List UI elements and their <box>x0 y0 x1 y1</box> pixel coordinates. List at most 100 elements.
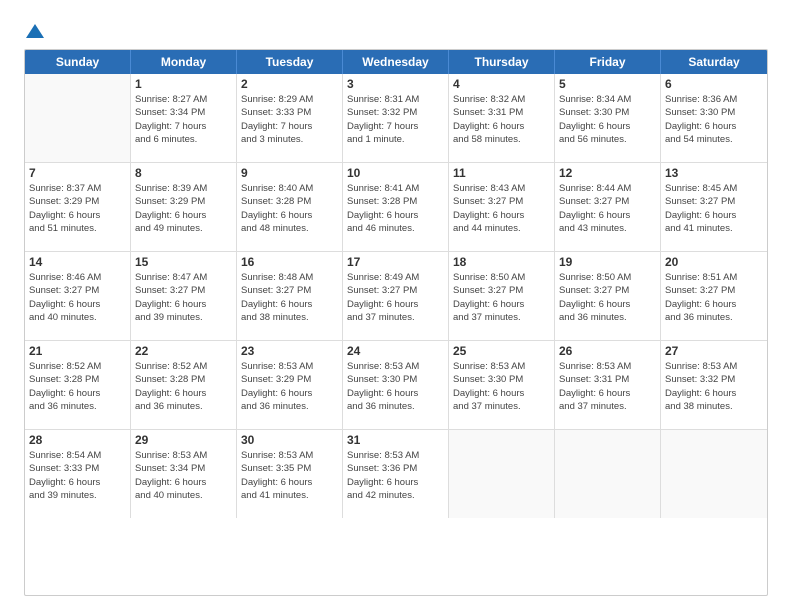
day-info: Sunrise: 8:27 AM Sunset: 3:34 PM Dayligh… <box>135 93 232 146</box>
day-info: Sunrise: 8:53 AM Sunset: 3:34 PM Dayligh… <box>135 449 232 502</box>
header-day-thursday: Thursday <box>449 50 555 74</box>
day-number: 19 <box>559 255 656 269</box>
day-number: 25 <box>453 344 550 358</box>
day-info: Sunrise: 8:50 AM Sunset: 3:27 PM Dayligh… <box>453 271 550 324</box>
day-number: 28 <box>29 433 126 447</box>
day-info: Sunrise: 8:52 AM Sunset: 3:28 PM Dayligh… <box>135 360 232 413</box>
day-info: Sunrise: 8:53 AM Sunset: 3:30 PM Dayligh… <box>453 360 550 413</box>
header <box>24 20 768 39</box>
calendar-cell: 20Sunrise: 8:51 AM Sunset: 3:27 PM Dayli… <box>661 252 767 340</box>
day-number: 29 <box>135 433 232 447</box>
calendar-cell: 5 Sunrise: 8:34 AM Sunset: 3:30 PM Daylig… <box>555 74 661 162</box>
calendar-cell <box>661 430 767 518</box>
calendar-cell: 10Sunrise: 8:41 AM Sunset: 3:28 PM Dayli… <box>343 163 449 251</box>
day-info: Sunrise: 8:43 AM Sunset: 3:27 PM Dayligh… <box>453 182 550 235</box>
calendar-body: 1 Sunrise: 8:27 AM Sunset: 3:34 PM Daylig… <box>25 74 767 518</box>
calendar-cell: 26 Sunrise: 8:53 AM Sunset: 3:31 PM Dayli… <box>555 341 661 429</box>
day-info: Sunrise: 8:40 AM Sunset: 3:28 PM Dayligh… <box>241 182 338 235</box>
day-info: Sunrise: 8:48 AM Sunset: 3:27 PM Dayligh… <box>241 271 338 324</box>
calendar-cell <box>449 430 555 518</box>
day-number: 9 <box>241 166 338 180</box>
calendar-cell: 6Sunrise: 8:36 AM Sunset: 3:30 PM Daylig… <box>661 74 767 162</box>
calendar-cell: 14 Sunrise: 8:46 AM Sunset: 3:27 PM Dayli… <box>25 252 131 340</box>
calendar-week-1: 1 Sunrise: 8:27 AM Sunset: 3:34 PM Daylig… <box>25 74 767 163</box>
calendar-cell: 16 Sunrise: 8:48 AM Sunset: 3:27 PM Dayli… <box>237 252 343 340</box>
calendar-cell: 19 Sunrise: 8:50 AM Sunset: 3:27 PM Dayli… <box>555 252 661 340</box>
calendar-cell: 21 Sunrise: 8:52 AM Sunset: 3:28 PM Dayli… <box>25 341 131 429</box>
header-day-wednesday: Wednesday <box>343 50 449 74</box>
logo <box>24 20 46 39</box>
day-info: Sunrise: 8:50 AM Sunset: 3:27 PM Dayligh… <box>559 271 656 324</box>
day-info: Sunrise: 8:34 AM Sunset: 3:30 PM Dayligh… <box>559 93 656 146</box>
calendar-cell <box>555 430 661 518</box>
calendar-week-3: 14 Sunrise: 8:46 AM Sunset: 3:27 PM Dayli… <box>25 252 767 341</box>
day-number: 17 <box>347 255 444 269</box>
calendar-week-4: 21 Sunrise: 8:52 AM Sunset: 3:28 PM Dayli… <box>25 341 767 430</box>
day-number: 30 <box>241 433 338 447</box>
calendar-cell: 1 Sunrise: 8:27 AM Sunset: 3:34 PM Daylig… <box>131 74 237 162</box>
day-info: Sunrise: 8:52 AM Sunset: 3:28 PM Dayligh… <box>29 360 126 413</box>
calendar-cell: 15 Sunrise: 8:47 AM Sunset: 3:27 PM Dayli… <box>131 252 237 340</box>
day-info: Sunrise: 8:44 AM Sunset: 3:27 PM Dayligh… <box>559 182 656 235</box>
day-number: 24 <box>347 344 444 358</box>
calendar-cell: 18 Sunrise: 8:50 AM Sunset: 3:27 PM Dayli… <box>449 252 555 340</box>
day-number: 8 <box>135 166 232 180</box>
calendar-cell: 29 Sunrise: 8:53 AM Sunset: 3:34 PM Dayli… <box>131 430 237 518</box>
day-info: Sunrise: 8:53 AM Sunset: 3:30 PM Dayligh… <box>347 360 444 413</box>
header-day-tuesday: Tuesday <box>237 50 343 74</box>
day-info: Sunrise: 8:39 AM Sunset: 3:29 PM Dayligh… <box>135 182 232 235</box>
day-number: 13 <box>665 166 763 180</box>
day-info: Sunrise: 8:29 AM Sunset: 3:33 PM Dayligh… <box>241 93 338 146</box>
day-info: Sunrise: 8:53 AM Sunset: 3:31 PM Dayligh… <box>559 360 656 413</box>
day-number: 2 <box>241 77 338 91</box>
day-info: Sunrise: 8:53 AM Sunset: 3:32 PM Dayligh… <box>665 360 763 413</box>
day-number: 11 <box>453 166 550 180</box>
day-info: Sunrise: 8:47 AM Sunset: 3:27 PM Dayligh… <box>135 271 232 324</box>
calendar-cell: 12Sunrise: 8:44 AM Sunset: 3:27 PM Dayli… <box>555 163 661 251</box>
calendar-cell: 24 Sunrise: 8:53 AM Sunset: 3:30 PM Dayli… <box>343 341 449 429</box>
calendar-cell: 27Sunrise: 8:53 AM Sunset: 3:32 PM Dayli… <box>661 341 767 429</box>
day-number: 15 <box>135 255 232 269</box>
header-day-friday: Friday <box>555 50 661 74</box>
calendar-cell: 31 Sunrise: 8:53 AM Sunset: 3:36 PM Dayli… <box>343 430 449 518</box>
day-number: 6 <box>665 77 763 91</box>
day-info: Sunrise: 8:45 AM Sunset: 3:27 PM Dayligh… <box>665 182 763 235</box>
day-info: Sunrise: 8:49 AM Sunset: 3:27 PM Dayligh… <box>347 271 444 324</box>
calendar-cell: 30 Sunrise: 8:53 AM Sunset: 3:35 PM Dayli… <box>237 430 343 518</box>
day-number: 26 <box>559 344 656 358</box>
page: SundayMondayTuesdayWednesdayThursdayFrid… <box>0 0 792 612</box>
day-info: Sunrise: 8:32 AM Sunset: 3:31 PM Dayligh… <box>453 93 550 146</box>
calendar-cell: 28Sunrise: 8:54 AM Sunset: 3:33 PM Dayli… <box>25 430 131 518</box>
calendar-week-2: 7Sunrise: 8:37 AM Sunset: 3:29 PM Daylig… <box>25 163 767 252</box>
day-number: 21 <box>29 344 126 358</box>
logo-icon <box>24 20 46 42</box>
calendar-cell: 3Sunrise: 8:31 AM Sunset: 3:32 PM Daylig… <box>343 74 449 162</box>
day-info: Sunrise: 8:53 AM Sunset: 3:36 PM Dayligh… <box>347 449 444 502</box>
header-day-sunday: Sunday <box>25 50 131 74</box>
day-number: 16 <box>241 255 338 269</box>
day-info: Sunrise: 8:53 AM Sunset: 3:29 PM Dayligh… <box>241 360 338 413</box>
calendar-cell: 17 Sunrise: 8:49 AM Sunset: 3:27 PM Dayli… <box>343 252 449 340</box>
calendar-cell: 8 Sunrise: 8:39 AM Sunset: 3:29 PM Daylig… <box>131 163 237 251</box>
day-number: 22 <box>135 344 232 358</box>
header-day-saturday: Saturday <box>661 50 767 74</box>
day-info: Sunrise: 8:53 AM Sunset: 3:35 PM Dayligh… <box>241 449 338 502</box>
calendar-cell <box>25 74 131 162</box>
day-info: Sunrise: 8:41 AM Sunset: 3:28 PM Dayligh… <box>347 182 444 235</box>
calendar-cell: 9 Sunrise: 8:40 AM Sunset: 3:28 PM Daylig… <box>237 163 343 251</box>
day-number: 14 <box>29 255 126 269</box>
calendar-cell: 2 Sunrise: 8:29 AM Sunset: 3:33 PM Daylig… <box>237 74 343 162</box>
day-number: 5 <box>559 77 656 91</box>
day-info: Sunrise: 8:46 AM Sunset: 3:27 PM Dayligh… <box>29 271 126 324</box>
day-number: 4 <box>453 77 550 91</box>
calendar-cell: 11 Sunrise: 8:43 AM Sunset: 3:27 PM Dayli… <box>449 163 555 251</box>
day-number: 18 <box>453 255 550 269</box>
calendar-cell: 13 Sunrise: 8:45 AM Sunset: 3:27 PM Dayli… <box>661 163 767 251</box>
day-number: 20 <box>665 255 763 269</box>
calendar-cell: 7Sunrise: 8:37 AM Sunset: 3:29 PM Daylig… <box>25 163 131 251</box>
calendar-cell: 25 Sunrise: 8:53 AM Sunset: 3:30 PM Dayli… <box>449 341 555 429</box>
header-day-monday: Monday <box>131 50 237 74</box>
day-number: 3 <box>347 77 444 91</box>
day-number: 1 <box>135 77 232 91</box>
day-number: 31 <box>347 433 444 447</box>
